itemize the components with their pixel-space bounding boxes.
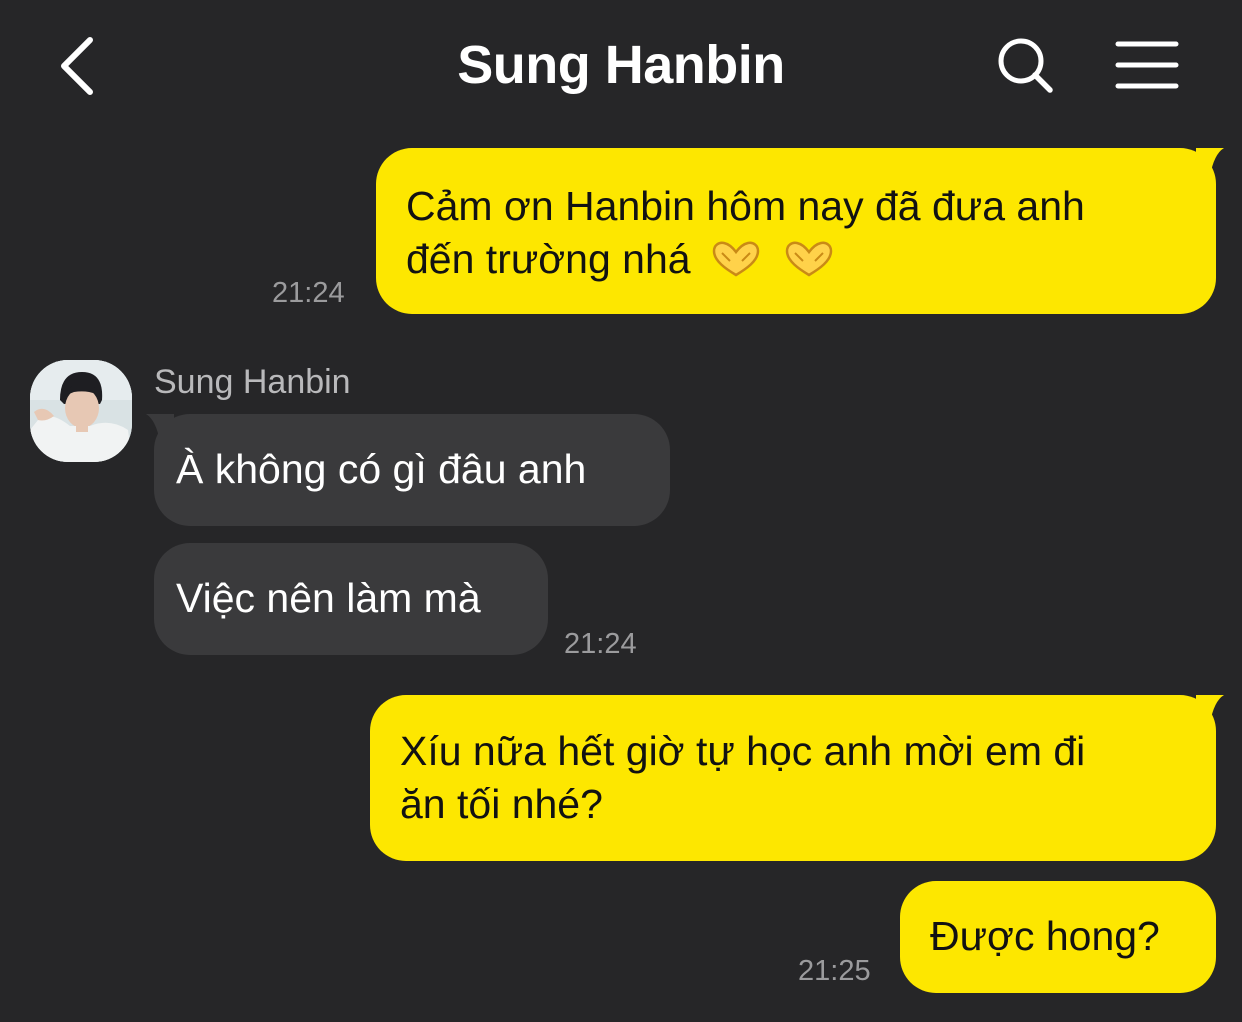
message-timestamp: 21:24 — [272, 277, 345, 309]
bubble-tail — [1196, 695, 1224, 723]
outgoing-message-bubble[interactable]: Cảm ơn Hanbin hôm nay đã đưa anh đến trư… — [376, 148, 1216, 314]
message-text: Việc nên làm mà — [176, 575, 481, 621]
message-text-continued: ăn tối nhé? — [400, 781, 603, 827]
heart-hands-emoji-icon — [712, 241, 760, 277]
message-text: Cảm ơn Hanbin hôm nay đã đưa anh — [406, 183, 1085, 229]
bubble-tail — [1196, 148, 1224, 176]
message-timestamp: 21:25 — [798, 955, 871, 987]
bubble-tail — [146, 414, 174, 442]
message-text: Được hong? — [930, 913, 1160, 959]
message-text-continued: đến trường nhá — [406, 233, 1216, 286]
incoming-message-bubble[interactable]: À không có gì đâu anh — [154, 414, 670, 526]
hamburger-menu-icon — [1115, 41, 1179, 89]
incoming-message-bubble[interactable]: Việc nên làm mà — [154, 543, 548, 655]
search-icon — [998, 38, 1053, 93]
menu-button[interactable] — [1112, 38, 1182, 94]
heart-hands-emoji-icon — [786, 241, 833, 277]
outgoing-message-bubble[interactable]: Xíu nữa hết giờ tự học anh mời em đi ăn … — [370, 695, 1216, 861]
message-text: À không có gì đâu anh — [176, 446, 587, 492]
chat-header: Sung Hanbin — [0, 0, 1242, 130]
message-text: Xíu nữa hết giờ tự học anh mời em đi — [400, 728, 1086, 774]
profile-photo — [30, 360, 132, 462]
outgoing-message-bubble[interactable]: Được hong? — [900, 881, 1216, 993]
search-button[interactable] — [994, 34, 1058, 98]
message-timestamp: 21:24 — [564, 628, 637, 660]
sender-name: Sung Hanbin — [154, 363, 351, 401]
avatar[interactable] — [30, 360, 132, 462]
